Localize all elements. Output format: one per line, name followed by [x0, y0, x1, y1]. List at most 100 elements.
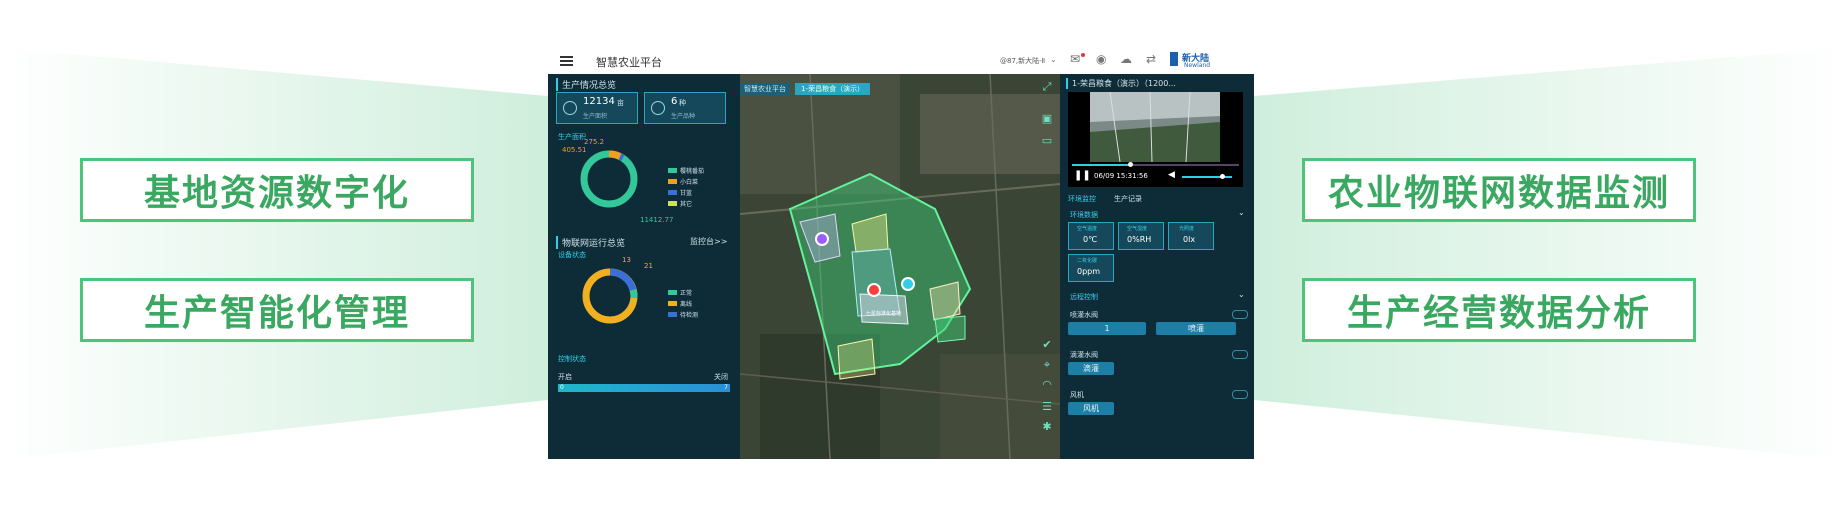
iot-title: 物联网运行总览 [556, 236, 625, 249]
volume-slider[interactable] [1182, 174, 1232, 179]
control-name: 风机 [1070, 391, 1084, 399]
feature-label-iot-monitoring: 农业物联网数据监测 [1302, 158, 1696, 222]
refresh-icon[interactable]: ⇄ [1146, 52, 1156, 66]
mail-icon[interactable]: ✉ [1070, 52, 1080, 66]
top-bar: 智慧农业平台 @87,新大陆-Ⅱ ⌄ ✉ ◉ ☁ ⇄ 新大陆 Newland [548, 48, 1254, 75]
legend-item: 甘蓝 [680, 190, 693, 197]
breadcrumb-item-current[interactable]: 1-荣昌粮食（演示） [795, 83, 871, 95]
close-label: 关闭 [714, 373, 728, 381]
legend-item: 小白菜 [680, 179, 699, 186]
control-toggle[interactable] [1232, 390, 1248, 399]
user-menu[interactable]: @87,新大陆-Ⅱ [1000, 56, 1045, 66]
left-panel: 生产情况总览 12134 亩 生产面积 6 种 生产品种 生产面积 405.51… [548, 74, 740, 459]
sensor-label: 空气温度 [1077, 226, 1098, 232]
check-circle-icon[interactable]: ✔ [1040, 338, 1054, 352]
sensor-label: 光照度 [1179, 226, 1195, 232]
bug-icon[interactable]: ✱ [1040, 420, 1054, 434]
remote-section-title: 远程控制 [1070, 293, 1098, 301]
feature-label-production-management: 生产智能化管理 [80, 278, 474, 342]
device-section-title: 设备状态 [558, 251, 586, 259]
headset-icon[interactable]: ◠ [1040, 378, 1054, 392]
feature-label-resource-digitization: 基地资源数字化 [80, 158, 474, 222]
control-name: 喷灌水阀 [1070, 311, 1098, 319]
donut2-value-a: 13 [622, 256, 631, 264]
tab-production-record[interactable]: 生产记录 [1114, 194, 1142, 204]
notification-dot [1081, 53, 1085, 57]
camera-feed [1090, 92, 1220, 162]
sensor-label: 二氧化碳 [1077, 258, 1098, 264]
chat-icon[interactable]: ☁ [1120, 52, 1132, 66]
camera-icon[interactable]: ▣ [1040, 112, 1054, 126]
env-section-title: 环境数据 [1070, 211, 1098, 219]
video-time: 06/09 15:31:56 [1094, 172, 1148, 180]
map-canvas [740, 74, 1060, 459]
volume-icon[interactable]: ◀ [1168, 170, 1175, 180]
control-button[interactable]: 滴灌 [1068, 362, 1114, 375]
donut2-legend: 正常 离线 待检测 [668, 280, 698, 319]
site-title: 1-荣昌粮食（演示）（1200... [1066, 78, 1176, 89]
stat-varieties-value: 6 [671, 96, 678, 107]
sensor-air-temp: 空气温度 0℃ [1068, 222, 1114, 250]
sensor-value: 0℃ [1083, 235, 1098, 244]
tab-environment[interactable]: 环境监控 [1068, 194, 1096, 204]
globe-icon[interactable]: ◉ [1096, 52, 1106, 66]
legend-item: 正常 [680, 290, 693, 297]
control-section-title: 控制状态 [558, 355, 586, 363]
sensor-value: 0lx [1183, 235, 1196, 244]
seedling-icon [651, 101, 665, 115]
control-name: 滴灌水阀 [1070, 351, 1098, 359]
list-icon[interactable]: ☰ [1040, 400, 1054, 414]
control-toggle[interactable] [1232, 310, 1248, 319]
stat-area-value: 12134 [583, 96, 615, 107]
video-player[interactable]: ❚❚ 06/09 15:31:56 ◀ [1068, 92, 1243, 187]
satellite-map[interactable]: 智慧农业平台 1-荣昌粮食（演示） 七星标准化基地 ⤢ ▣ ▭ ✔ ⌖ ◠ ☰ … [740, 74, 1060, 459]
feature-label-data-analysis: 生产经营数据分析 [1302, 278, 1696, 342]
stat-card-varieties: 6 种 生产品种 [644, 92, 726, 124]
sensor-co2: 二氧化碳 0ppm [1068, 254, 1114, 282]
stat-card-area: 12134 亩 生产面积 [556, 92, 638, 124]
fullscreen-icon[interactable]: ⤢ [1040, 80, 1054, 94]
control-button[interactable]: 喷灌 [1156, 322, 1236, 335]
overview-title: 生产情况总览 [556, 78, 616, 91]
app-title: 智慧农业平台 [596, 56, 662, 69]
control-button[interactable]: 1 [1068, 322, 1146, 335]
video-progress-track[interactable] [1072, 162, 1239, 167]
control-status-bar: 0 7 [558, 384, 730, 392]
area-section-title: 生产面积 [558, 133, 586, 141]
brand-logo [1170, 52, 1178, 66]
breadcrumb: 智慧农业平台 1-荣昌粮食（演示） [740, 76, 871, 95]
stat-varieties-label: 生产品种 [671, 113, 696, 120]
monitor-console-link[interactable]: 监控台>> [690, 236, 727, 247]
breadcrumb-item-home[interactable]: 智慧农业平台 [740, 83, 790, 95]
stat-area-unit: 亩 [617, 99, 624, 107]
donut1-value-a: 405.51 [562, 146, 587, 154]
field-label: 七星标准化基地 [866, 311, 902, 317]
legend-item: 其它 [680, 201, 693, 208]
video-icon[interactable]: ▭ [1040, 134, 1054, 148]
chevron-down-icon[interactable]: ⌄ [1238, 208, 1245, 217]
donut2-value-b: 21 [644, 262, 653, 270]
legend-item: 待检测 [680, 312, 699, 319]
donut1-value-c: 11412.77 [640, 216, 674, 224]
right-panel: 1-荣昌粮食（演示）（1200... ❚❚ 06/09 15:31:56 ◀ 环… [1060, 74, 1254, 459]
control-toggle[interactable] [1232, 350, 1248, 359]
sensor-label: 空气湿度 [1127, 226, 1148, 232]
bar-right-value: 7 [724, 384, 728, 391]
app-screenshot: 智慧农业平台 @87,新大陆-Ⅱ ⌄ ✉ ◉ ☁ ⇄ 新大陆 Newland 生… [548, 48, 1254, 459]
legend-item: 樱桃番茄 [680, 168, 705, 175]
donut1-legend: 樱桃番茄 小白菜 甘蓝 其它 [668, 158, 705, 208]
sensor-value: 0%RH [1127, 235, 1152, 244]
control-button[interactable]: 风机 [1068, 402, 1114, 415]
chevron-down-icon[interactable]: ⌄ [1238, 290, 1245, 299]
pause-icon[interactable]: ❚❚ [1074, 170, 1091, 181]
field-icon [563, 101, 577, 115]
chevron-down-icon[interactable]: ⌄ [1050, 55, 1057, 64]
sensor-air-humidity: 空气湿度 0%RH [1118, 222, 1164, 250]
sensor-illuminance: 光照度 0lx [1168, 222, 1214, 250]
location-pin-icon[interactable]: ⌖ [1040, 358, 1054, 372]
stat-varieties-unit: 种 [679, 99, 686, 107]
open-label: 开启 [558, 373, 572, 381]
stat-area-label: 生产面积 [583, 113, 608, 120]
brand-name-en: Newland [1184, 62, 1211, 69]
menu-icon[interactable] [560, 56, 573, 66]
